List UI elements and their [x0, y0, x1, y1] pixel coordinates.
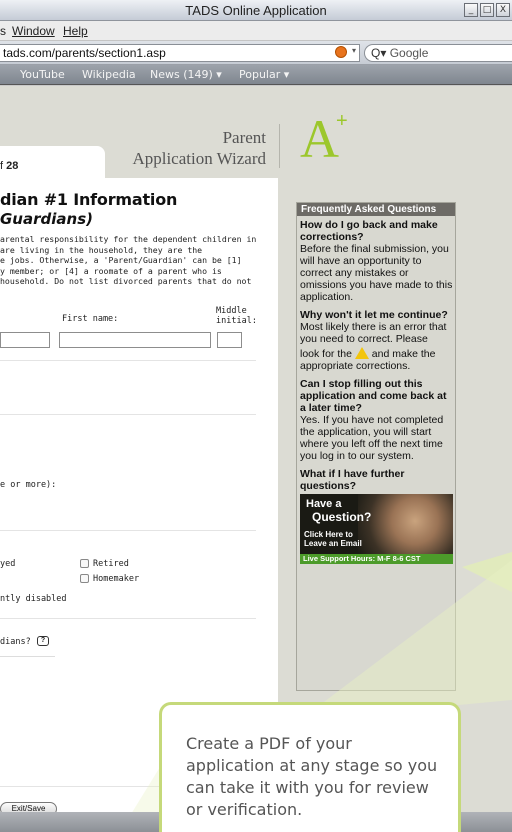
callout-text: Create a PDF of your application at any …	[186, 734, 438, 819]
beam-shape	[300, 560, 512, 720]
pdf-callout: Create a PDF of your application at any …	[159, 702, 461, 832]
